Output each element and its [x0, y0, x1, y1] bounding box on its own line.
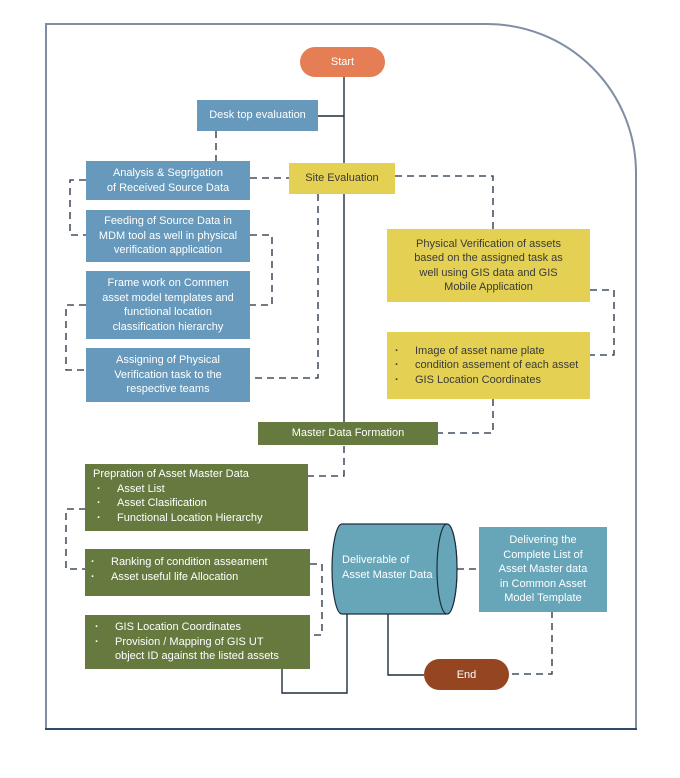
preparation-heading: Prepration of Asset Master Data [93, 468, 249, 480]
deliverable-line2: Asset Master Data [342, 569, 433, 581]
delivering-line5: Model Template [504, 592, 582, 605]
start-node: Start [300, 47, 385, 77]
delivering-line1: Delivering the [509, 534, 577, 547]
assigning-line3: respective teams [126, 383, 210, 396]
feeding-framework-bracket [250, 234, 273, 306]
list-item: Ranking of condition asseament [87, 555, 268, 570]
ranking-list: Ranking of condition asseament Asset use… [87, 555, 268, 584]
analysis-feeding-bracket [69, 179, 86, 236]
feeding-line1: Feeding of Source Data in [104, 215, 232, 228]
site-evaluation-label: Site Evaluation [305, 172, 379, 185]
delivering-line3: Asset Master data [498, 563, 588, 576]
delivering-line4: in Common Asset [499, 577, 587, 590]
end-label: End [456, 668, 477, 681]
delivering-line2: Complete List of [503, 548, 583, 561]
master-data-formation-node: Master Data Formation [258, 422, 438, 445]
assigning-line2: Verification task to the [114, 368, 222, 381]
preparation-ranking-bracket [65, 508, 86, 570]
ranking-node: Ranking of condition asseament Asset use… [85, 549, 310, 596]
assigning-line1: Assigning of Physical [116, 354, 220, 367]
analysis-node: Analysis & Segrigation of Received Sourc… [86, 161, 250, 200]
gis-mapping-node: GIS Location Coordinates Provision / Map… [85, 615, 310, 669]
delivering-to-end-connector [509, 611, 553, 675]
master-to-preparation-connector [308, 446, 345, 477]
delivering-node: Delivering the Complete List of Asset Ma… [479, 527, 607, 612]
start-label: Start [330, 56, 355, 68]
framework-node: Frame work on Commen asset model templat… [86, 271, 250, 339]
list-item: Asset useful life Allocation [87, 570, 268, 585]
preparation-list: Asset List Asset Clasification Functiona… [93, 482, 263, 526]
feeding-line2: MDM tool as well in physical [98, 229, 238, 242]
framework-line3: functional location [123, 306, 213, 318]
assigning-node: Assigning of Physical Verification task … [86, 348, 250, 402]
preparation-node: Prepration of Asset Master Data Asset Li… [85, 464, 308, 531]
list-item: Functional Location Hierarchy [93, 511, 263, 526]
verification-outputs-list: Image of asset name plate condition asse… [391, 344, 578, 388]
analysis-line1: Analysis & Segrigation [112, 167, 224, 179]
list-item: condition assement of each asset [391, 358, 578, 373]
framework-line4: classification hierarchy [112, 320, 224, 333]
physical-verification-node: Physical Verification of assets based on… [387, 229, 590, 302]
feeding-line3: verification application [113, 244, 223, 257]
framework-line2: asset model templates and [102, 291, 234, 304]
list-item: GIS Location Coordinates [391, 373, 578, 388]
framework-line1: Frame work on Commen [107, 277, 229, 289]
analysis-line2: of Received Source Data [106, 181, 230, 194]
site-evaluation-node: Site Evaluation [289, 163, 395, 194]
physical-verification-line1: Physical Verification of assets [416, 237, 561, 250]
list-item: Image of asset name plate [391, 344, 578, 359]
feeding-node: Feeding of Source Data in MDM tool as we… [86, 210, 250, 262]
gis-mapping-list: GIS Location Coordinates Provision / Map… [91, 620, 291, 664]
framework-assigning-bracket [65, 304, 86, 371]
deliverable-label: Deliverable of Asset Master Data [342, 553, 442, 583]
desk-top-evaluation-node: Desk top evaluation [197, 100, 318, 131]
physical-verification-line4: Mobile Application [444, 281, 533, 293]
site-to-assigning-connector [250, 194, 319, 379]
list-item: Asset Clasification [93, 496, 263, 511]
ranking-gis-bracket [310, 563, 323, 636]
desk-top-evaluation-label: Desk top evaluation [209, 109, 306, 122]
end-node: End [424, 659, 509, 690]
site-to-physical-connector [395, 175, 494, 229]
deliverable-to-end-connector [387, 614, 424, 676]
physical-verification-line3: well using GIS data and GIS [419, 266, 558, 279]
list-item: Asset List [93, 482, 263, 497]
list-item: Provision / Mapping of GIS UT object ID … [91, 635, 291, 664]
physical-verification-line2: based on the assigned task as [414, 252, 563, 264]
physical-outputs-bracket [590, 289, 615, 356]
list-item: GIS Location Coordinates [91, 620, 291, 635]
master-data-formation-label: Master Data Formation [291, 427, 405, 440]
verification-outputs-node: Image of asset name plate condition asse… [387, 332, 590, 399]
deliverable-line1: Deliverable of [342, 554, 410, 566]
outputs-to-master-connector [438, 399, 494, 434]
